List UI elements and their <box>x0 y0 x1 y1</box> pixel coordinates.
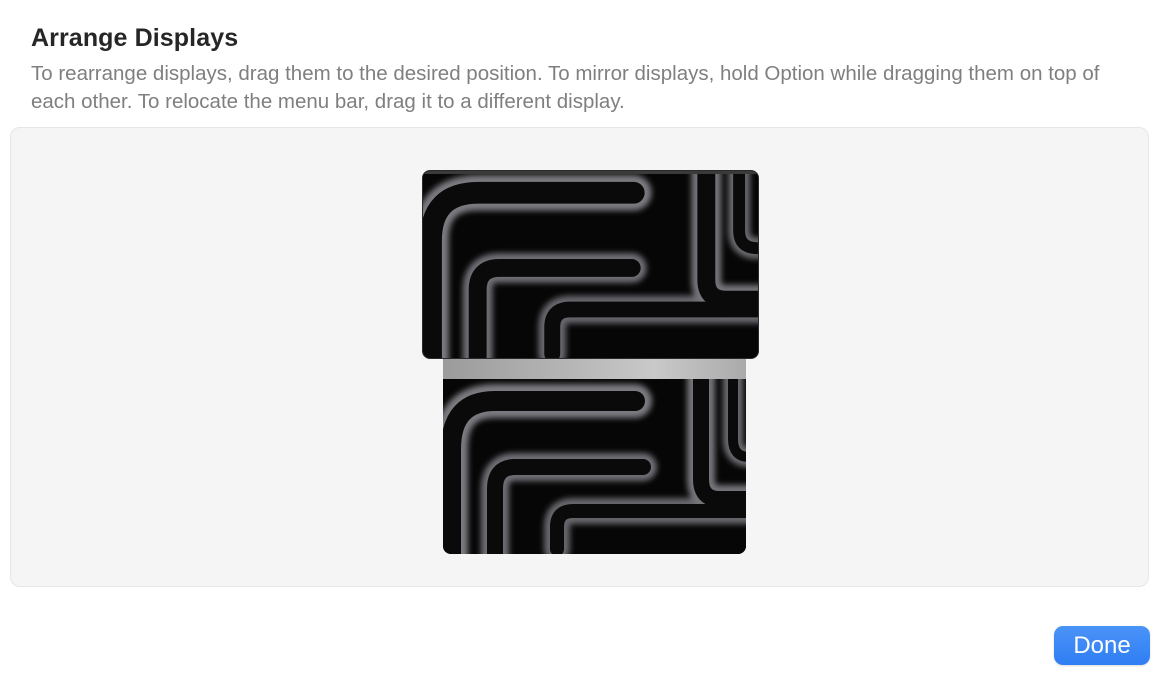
display-main[interactable] <box>422 170 759 359</box>
dialog-title: Arrange Displays <box>31 24 239 52</box>
display-main-bezel <box>423 171 758 174</box>
arrange-displays-sheet: Arrange Displays To rearrange displays, … <box>0 0 1170 678</box>
dialog-description: To rearrange displays, drag them to the … <box>31 62 1100 113</box>
menu-bar[interactable] <box>443 359 746 379</box>
wallpaper-main <box>423 171 758 358</box>
done-button[interactable]: Done <box>1054 626 1150 665</box>
display-secondary[interactable] <box>443 359 746 554</box>
display-arrangement-area <box>10 127 1149 587</box>
wallpaper-secondary <box>443 359 746 554</box>
